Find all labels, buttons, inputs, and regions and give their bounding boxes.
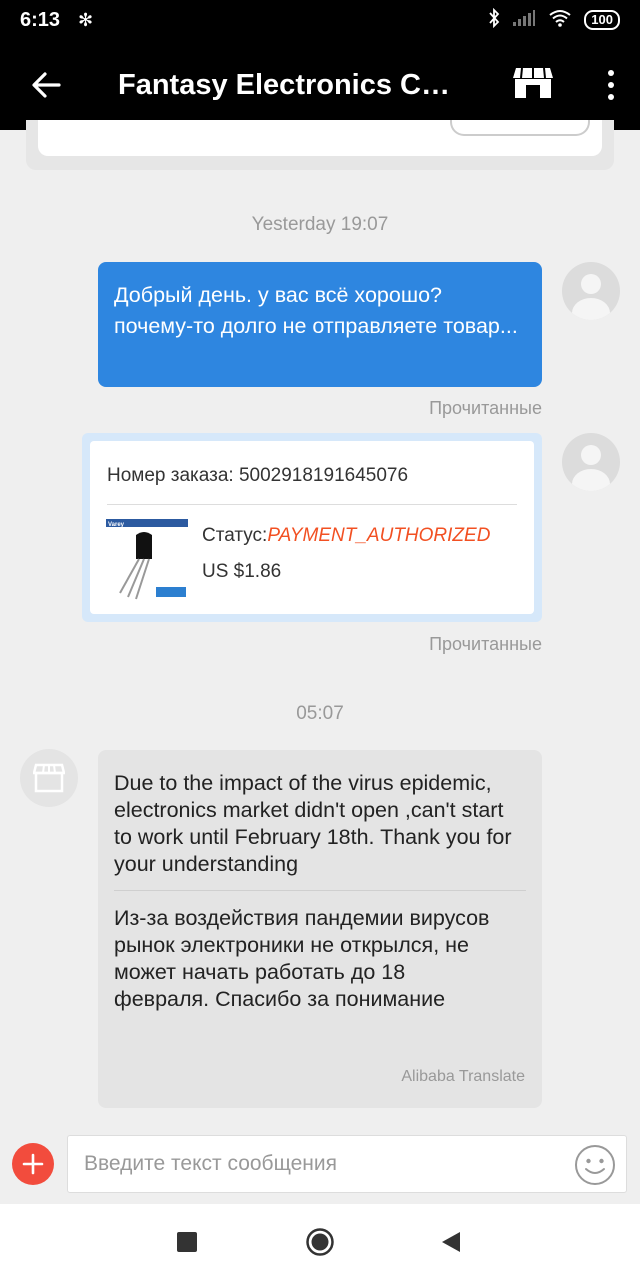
- plus-icon: [22, 1153, 44, 1175]
- translation-credit: Alibaba Translate: [401, 1068, 525, 1085]
- back-button[interactable]: [441, 1231, 461, 1258]
- product-thumbnail[interactable]: Varey: [106, 519, 188, 601]
- add-attachment-button[interactable]: [12, 1143, 54, 1185]
- chat-title: Fantasy Electronics CO.,...: [118, 68, 468, 101]
- message-input[interactable]: Введите текст сообщения: [67, 1135, 627, 1193]
- user-avatar[interactable]: [562, 433, 620, 491]
- read-receipt: Прочитанные: [429, 634, 542, 654]
- previous-card-button[interactable]: [450, 120, 590, 136]
- bluetooth-icon: [488, 7, 500, 33]
- home-button[interactable]: [305, 1227, 335, 1262]
- status-bar: 6:13 ✻ 100: [0, 0, 640, 40]
- message-input-placeholder: Введите текст сообщения: [84, 1152, 338, 1175]
- order-price: US $1.86: [202, 561, 282, 582]
- status-value: PAYMENT_AUTHORIZED: [267, 525, 491, 546]
- composer-bar: Введите текст сообщения: [0, 1124, 640, 1204]
- svg-text:Varey: Varey: [108, 522, 125, 528]
- back-arrow-icon[interactable]: [0, 72, 92, 98]
- recent-apps-button[interactable]: [177, 1232, 197, 1252]
- order-number: Номер заказа: 5002918191645076: [107, 465, 409, 486]
- divider: [114, 890, 526, 891]
- previous-card: [26, 120, 614, 170]
- status-icons: 100: [488, 7, 620, 33]
- order-card[interactable]: Номер заказа: 5002918191645076 Varey Ста…: [82, 433, 542, 622]
- status-time: 6:13: [20, 8, 61, 31]
- user-avatar[interactable]: [562, 262, 620, 320]
- incoming-message-bubble[interactable]: Due to the impact of the virus epidemic,…: [98, 750, 542, 1108]
- divider: [107, 504, 517, 505]
- message-translation-text: Из-за воздействия пандемии вирусов рынок…: [114, 906, 490, 1011]
- notification-icon: ✻: [78, 9, 94, 30]
- store-icon: [33, 763, 65, 793]
- order-status: Статус:PAYMENT_AUTHORIZED: [202, 525, 491, 546]
- app-bar: Fantasy Electronics CO.,...: [0, 40, 640, 130]
- shop-avatar[interactable]: [20, 749, 78, 807]
- signal-icon: [512, 9, 536, 32]
- read-receipt: Прочитанные: [429, 398, 542, 418]
- message-original-text: Due to the impact of the virus epidemic,…: [114, 771, 512, 876]
- message-timestamp: Yesterday 19:07: [251, 214, 389, 235]
- more-options-icon[interactable]: [608, 70, 614, 100]
- emoji-icon[interactable]: [574, 1144, 616, 1192]
- outgoing-message-bubble[interactable]: Добрый день. у вас всё хорошо? почему-то…: [98, 262, 542, 387]
- message-timestamp: 05:07: [296, 703, 344, 724]
- wifi-icon: [548, 9, 572, 32]
- store-icon[interactable]: [512, 66, 554, 105]
- system-nav-bar: [0, 1204, 640, 1280]
- battery-indicator: 100: [584, 10, 620, 30]
